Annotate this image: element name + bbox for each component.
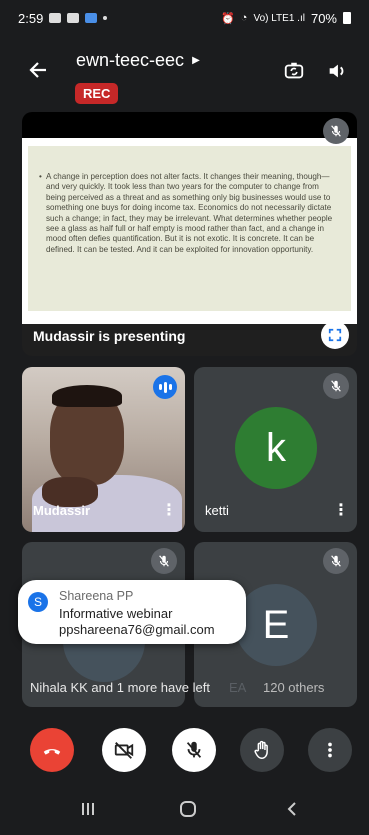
speaking-indicator-icon: [153, 375, 177, 399]
slide-text: A change in perception does not alter fa…: [39, 172, 334, 255]
call-controls: [0, 722, 369, 778]
message-text: Informative webinar ppshareena76@gmail.c…: [59, 606, 215, 638]
slide-top-bar: [22, 112, 357, 138]
more-notifications-dot-icon: [103, 16, 108, 20]
participants-left-message: Nihala KK and 1 more have left: [30, 680, 210, 695]
fullscreen-icon: [328, 328, 342, 342]
more-options-button[interactable]: ⋮: [161, 500, 177, 520]
mic-toggle-button[interactable]: [172, 728, 216, 772]
mic-off-icon: [331, 380, 341, 392]
signal-icon: Vo) LTE1 .ıl: [253, 12, 305, 24]
obscured-participant-label: EA: [229, 680, 247, 695]
others-count-label[interactable]: 120 others: [263, 680, 324, 695]
message-line-2: ppshareena76@gmail.com: [59, 622, 215, 637]
avatar: E: [235, 584, 317, 666]
raise-hand-button[interactable]: [240, 728, 284, 772]
more-options-button[interactable]: ⋮: [333, 500, 349, 520]
tools-notification-icon: [67, 13, 80, 23]
muted-badge: [323, 373, 349, 399]
meeting-title[interactable]: ewn-teec-eec ▶: [76, 50, 200, 71]
participant-tile-mudassir[interactable]: Mudassir ⋮: [22, 367, 185, 532]
meeting-header: ewn-teec-eec ▶ REC: [0, 36, 369, 110]
slide-content-area: A change in perception does not alter fa…: [28, 146, 351, 311]
chevron-right-icon: ▶: [192, 55, 200, 66]
mic-off-icon: [331, 125, 341, 137]
hang-up-icon: [43, 749, 61, 755]
home-icon: [180, 801, 196, 817]
sender-name: Shareena PP: [59, 589, 134, 603]
mic-off-icon: [159, 555, 169, 567]
battery-icon: [343, 12, 351, 24]
sender-avatar: S: [28, 592, 48, 612]
battery-percent: 70%: [310, 10, 337, 26]
message-line-1: Informative webinar: [59, 606, 173, 621]
speaker-button[interactable]: [324, 58, 350, 84]
app-notification-icon: [85, 13, 98, 23]
participant-name: ketti: [205, 503, 229, 518]
camera-toggle-button[interactable]: [102, 728, 146, 772]
participant-name: Mudassir: [33, 503, 91, 518]
status-bar: 2:59 ⏰ ◔ Vo) LTE1 .ıl 70%: [0, 0, 369, 36]
avatar: k: [235, 407, 317, 489]
video-off-icon: [114, 742, 134, 759]
muted-badge: [151, 548, 177, 574]
raise-hand-icon: [254, 740, 268, 759]
mic-off-icon: [186, 741, 202, 758]
mic-off-icon: [331, 555, 341, 567]
fullscreen-button[interactable]: [321, 321, 349, 349]
alarm-icon: ⏰: [221, 12, 235, 25]
presentation-tile[interactable]: A change in perception does not alter fa…: [22, 112, 357, 356]
volume-icon: [329, 64, 344, 78]
presenting-label: Mudassir is presenting: [33, 328, 186, 344]
video-person-hair: [52, 385, 122, 407]
android-nav-bar: [0, 788, 369, 835]
back-button[interactable]: [284, 800, 300, 823]
status-time: 2:59: [18, 10, 44, 26]
recent-apps-icon: [82, 803, 94, 815]
switch-camera-button[interactable]: [281, 58, 307, 84]
switch-camera-icon: [284, 62, 304, 79]
participant-tile-ketti[interactable]: k ketti ⋮: [194, 367, 357, 532]
end-call-button[interactable]: [30, 728, 74, 772]
recording-badge: REC: [75, 83, 119, 104]
gallery-notification-icon: [49, 13, 62, 23]
presenter-muted-badge: [323, 118, 349, 144]
home-button[interactable]: [179, 800, 197, 824]
muted-badge: [323, 548, 349, 574]
chat-message-toast[interactable]: S Shareena PP Informative webinar ppshar…: [18, 580, 246, 644]
more-vert-icon: [328, 742, 332, 758]
back-arrow-icon[interactable]: [28, 60, 48, 86]
shared-slide: A change in perception does not alter fa…: [22, 138, 357, 324]
back-chevron-icon: [287, 802, 296, 816]
meeting-name: ewn-teec-eec: [76, 50, 185, 70]
wifi-icon: ◔: [240, 12, 248, 24]
recent-apps-button[interactable]: [80, 800, 96, 823]
more-options-button[interactable]: [308, 728, 352, 772]
